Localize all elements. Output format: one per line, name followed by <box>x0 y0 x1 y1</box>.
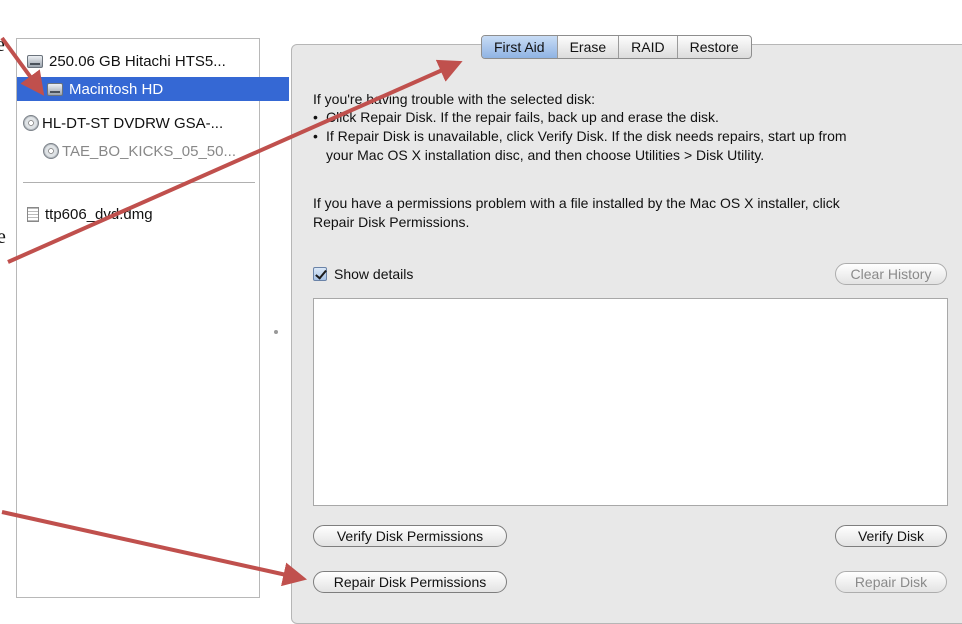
verify-disk-permissions-button[interactable]: Verify Disk Permissions <box>313 525 507 547</box>
tab-first-aid[interactable]: First Aid <box>482 36 558 58</box>
clear-history-button[interactable]: Clear History <box>835 263 947 285</box>
sidebar-item-label: Macintosh HD <box>69 80 164 98</box>
hard-disk-icon <box>27 54 43 68</box>
bullet-dot: • <box>313 109 318 125</box>
stray-text-lower: e <box>0 226 6 248</box>
first-aid-bullet-2-line-2: your Mac OS X installation disc, and the… <box>326 147 765 163</box>
tab-bar: First Aid Erase RAID Restore <box>481 35 752 59</box>
show-details-checkbox[interactable] <box>313 267 327 281</box>
permissions-text-line-1: If you have a permissions problem with a… <box>313 195 840 211</box>
sidebar-item-label: HL-DT-ST DVDRW GSA-... <box>42 114 224 132</box>
stray-text-upper: e <box>0 34 5 56</box>
sidebar-item-macintosh-hd[interactable]: Macintosh HD <box>17 77 289 101</box>
sidebar-item-dmg-file[interactable]: ttp606_dvd.dmg <box>17 202 269 226</box>
verify-disk-button[interactable]: Verify Disk <box>835 525 947 547</box>
sidebar-item-hitachi-disk[interactable]: 250.06 GB Hitachi HTS5... <box>17 49 269 73</box>
tab-restore[interactable]: Restore <box>678 36 751 58</box>
tab-erase[interactable]: Erase <box>558 36 620 58</box>
details-log-area[interactable] <box>313 298 948 506</box>
first-aid-bullet-2-line-1: If Repair Disk is unavailable, click Ver… <box>326 128 847 144</box>
sidebar-item-label: TAE_BO_KICKS_05_50... <box>62 142 236 160</box>
show-details-label[interactable]: Show details <box>334 265 413 284</box>
sidebar-item-label: 250.06 GB Hitachi HTS5... <box>49 52 226 70</box>
repair-disk-button[interactable]: Repair Disk <box>835 571 947 593</box>
sidebar-item-dvd-drive[interactable]: HL-DT-ST DVDRW GSA-... <box>17 111 265 135</box>
cd-icon <box>43 143 59 159</box>
repair-disk-permissions-button[interactable]: Repair Disk Permissions <box>313 571 507 593</box>
first-aid-bullet-1: Click Repair Disk. If the repair fails, … <box>326 109 719 125</box>
sidebar-item-tae-bo-disc[interactable]: TAE_BO_KICKS_05_50... <box>17 139 285 163</box>
first-aid-intro: If you're having trouble with the select… <box>313 91 596 107</box>
volume-icon <box>47 82 63 96</box>
tab-raid[interactable]: RAID <box>619 36 678 58</box>
bullet-dot: • <box>313 128 318 144</box>
permissions-text-line-2: Repair Disk Permissions. <box>313 214 470 230</box>
disk-list-sidebar: 250.06 GB Hitachi HTS5... Macintosh HD H… <box>16 38 289 598</box>
sidebar-divider <box>23 182 255 183</box>
splitter-handle[interactable] <box>274 330 278 334</box>
document-icon <box>27 206 39 222</box>
optical-drive-icon <box>23 115 39 131</box>
sidebar-item-label: ttp606_dvd.dmg <box>45 205 153 223</box>
